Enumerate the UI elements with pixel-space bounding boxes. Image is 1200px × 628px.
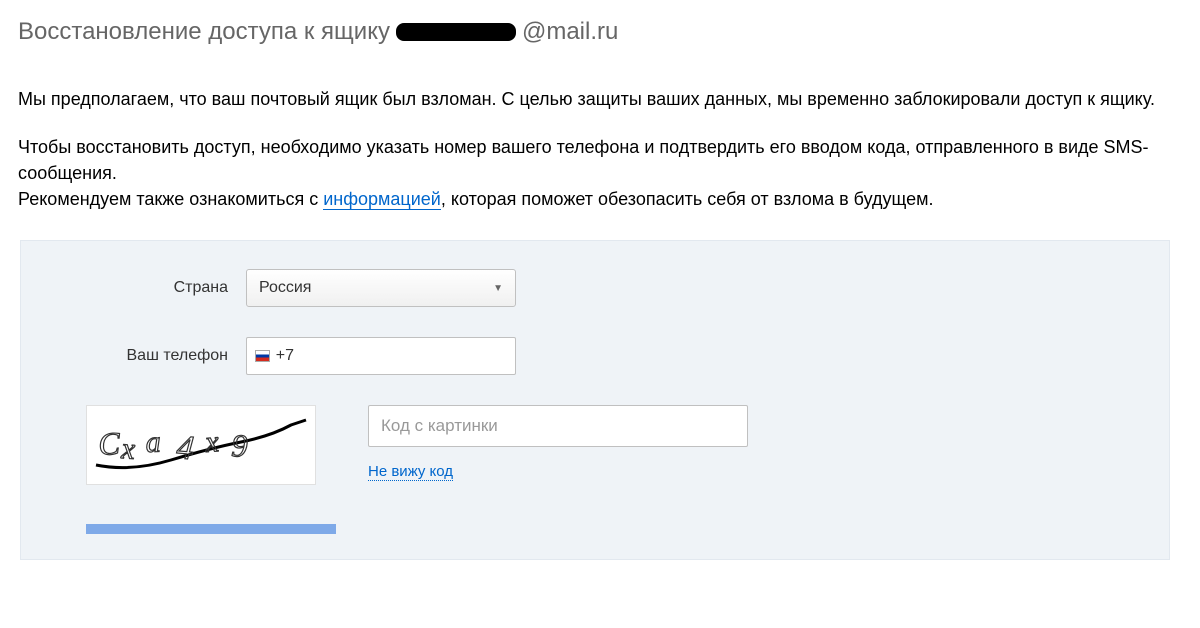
captcha-image: C x a 4 x 9	[86, 405, 316, 485]
phone-input[interactable]	[300, 347, 507, 365]
svg-text:4: 4	[175, 429, 195, 467]
flag-russia-icon	[255, 350, 270, 362]
title-prefix: Восстановление доступа к ящику	[18, 18, 390, 46]
captcha-svg: C x a 4 x 9	[91, 410, 311, 480]
country-label: Страна	[21, 279, 246, 297]
page-title: Восстановление доступа к ящику @mail.ru	[18, 18, 1172, 46]
captcha-input[interactable]	[368, 405, 748, 447]
svg-text:x: x	[120, 432, 137, 466]
warning-paragraph: Мы предполагаем, что ваш почтовый ящик б…	[18, 86, 1172, 112]
svg-text:9: 9	[231, 427, 249, 464]
svg-text:a: a	[145, 426, 161, 460]
instruction-line2-post: , которая поможет обезопасить себя от вз…	[441, 189, 934, 209]
redacted-username	[396, 23, 516, 41]
chevron-down-icon: ▼	[493, 283, 503, 294]
svg-text:C: C	[97, 425, 121, 462]
submit-row	[21, 521, 1169, 539]
instruction-line1: Чтобы восстановить доступ, необходимо ук…	[18, 137, 1149, 183]
info-link[interactable]: информацией	[323, 189, 441, 210]
refresh-captcha-link[interactable]: Не вижу код	[368, 463, 453, 481]
phone-prefix: +7	[276, 347, 294, 365]
captcha-row: C x a 4 x 9 Не вижу код	[21, 405, 1169, 485]
phone-input-container[interactable]: +7	[246, 337, 516, 375]
country-row: Страна Россия ▼	[21, 269, 1169, 307]
svg-text:x: x	[203, 425, 220, 459]
phone-row: Ваш телефон +7	[21, 337, 1169, 375]
phone-label: Ваш телефон	[21, 347, 246, 365]
recovery-form: Страна Россия ▼ Ваш телефон +7 C	[20, 240, 1170, 560]
instruction-paragraph: Чтобы восстановить доступ, необходимо ук…	[18, 134, 1172, 212]
title-suffix: @mail.ru	[522, 18, 618, 46]
submit-button[interactable]	[86, 524, 336, 534]
country-select[interactable]: Россия ▼	[246, 269, 516, 307]
instruction-line2-pre: Рекомендуем также ознакомиться с	[18, 189, 323, 209]
country-value: Россия	[259, 279, 311, 297]
